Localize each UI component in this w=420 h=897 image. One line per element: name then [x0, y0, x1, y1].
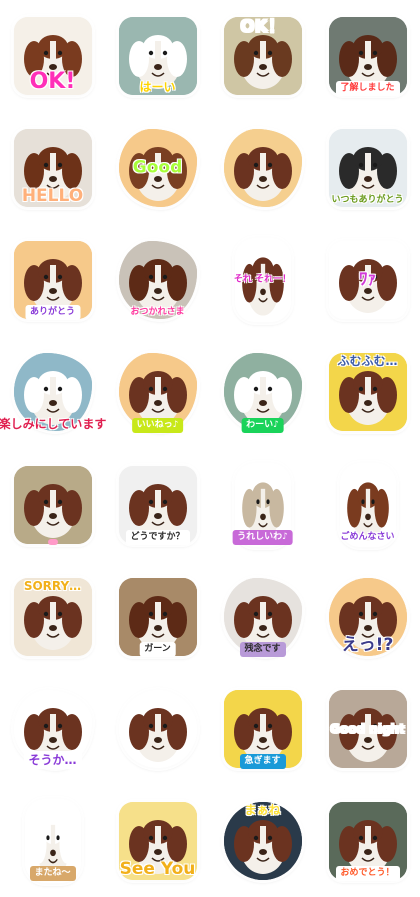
sticker-caption: HELLO [21, 186, 84, 207]
sticker-caption [47, 538, 58, 545]
sticker-ha-i[interactable]: はーい [105, 0, 210, 112]
sticker-isogimasu[interactable]: 急ぎます [210, 673, 315, 785]
sticker-caption: えっ!? [341, 634, 394, 655]
sticker-caption: それ それー！ [233, 274, 292, 285]
sticker-gaan[interactable]: ガーン [105, 561, 210, 673]
sticker-caption: SORRY… [23, 578, 82, 593]
sticker-zannen[interactable]: 残念です [210, 561, 315, 673]
sticker-hello[interactable]: HELLO [0, 112, 105, 224]
sticker-waai[interactable]: わーい♪ [210, 336, 315, 448]
sticker-ok-2[interactable]: OK！ [210, 0, 315, 112]
sticker-caption: うれしいわ♪ [232, 529, 293, 545]
sticker-iine[interactable]: いいねっ♪ [105, 336, 210, 448]
sticker-caption: いつもありがとう [331, 195, 404, 206]
sticker-otsukaresama[interactable]: おつかれさま [105, 224, 210, 336]
sticker-caption [258, 202, 268, 208]
sticker-caption: いいねっ♪ [131, 417, 184, 433]
sticker-caption: わーい♪ [241, 417, 284, 433]
sticker-caption: どうですか？ [125, 529, 190, 545]
sticker-caption: 急ぎます [239, 753, 286, 769]
sticker-caption: ふむふむ… [337, 354, 398, 369]
sticker-caption: おめでとう！ [335, 866, 400, 881]
sticker-good[interactable]: Good [105, 112, 210, 224]
sticker-caption: ありがとう [24, 305, 81, 321]
sticker-itsumo-arigatou[interactable]: いつもありがとう [315, 112, 420, 224]
sticker-ette[interactable]: えっ!? [315, 561, 420, 673]
sticker-grid: OK! はーい OK！ 了解しました HELLO Good いつもありがとう あ… [0, 0, 420, 897]
sticker-see-you[interactable]: See You [105, 785, 210, 897]
dog-photo-icon [118, 689, 197, 768]
sticker-caption: またね～ [29, 866, 76, 881]
sticker-arigatou[interactable]: ありがとう [0, 224, 105, 336]
sticker-caption: おつかれさま [130, 307, 185, 318]
sticker-waa[interactable]: ﾜｧ [315, 224, 420, 336]
sticker-ryoukai[interactable]: 了解しました [315, 0, 420, 112]
sticker-sorry[interactable]: SORRY… [0, 561, 105, 673]
sticker-caption: まぁね [244, 802, 281, 817]
sticker-caption: See You [119, 859, 196, 879]
sticker-fumufumu[interactable]: ふむふむ… [315, 336, 420, 448]
sticker-ok-1[interactable]: OK! [0, 0, 105, 112]
sticker-caption: OK! [29, 69, 76, 95]
sticker-caption: ﾜｧ [359, 269, 376, 290]
sticker-blank-1[interactable] [0, 449, 105, 561]
sticker-caption: ガーン [139, 641, 176, 657]
sticker-image [118, 689, 197, 768]
sticker-caption: 残念です [239, 641, 286, 657]
dog-photo-icon [223, 129, 302, 208]
dog-photo-icon [13, 465, 92, 544]
sticker-souka[interactable]: そうか… [0, 673, 105, 785]
sticker-caption: はーい [139, 80, 176, 95]
sticker-omedetou[interactable]: おめでとう！ [315, 785, 420, 897]
sticker-dogs-pair[interactable] [210, 112, 315, 224]
sticker-gomennasai[interactable]: ごめんなさい [315, 449, 420, 561]
sticker-caption: そうか… [23, 750, 82, 769]
sticker-dousuka[interactable]: どうですか？ [105, 449, 210, 561]
sticker-sore-sore[interactable]: それ それー！ [210, 224, 315, 336]
sticker-snowman[interactable] [105, 673, 210, 785]
sticker-caption: 了解しました [335, 81, 400, 97]
sticker-image [13, 465, 92, 544]
sticker-caption [153, 763, 163, 769]
sticker-caption: 楽しみにしています [0, 416, 107, 431]
sticker-maane[interactable]: まぁね [210, 785, 315, 897]
sticker-tanoshimi[interactable]: 楽しみにしています [0, 336, 106, 448]
sticker-ureshii[interactable]: うれしいわ♪ [210, 449, 315, 561]
sticker-matane[interactable]: またね～ [0, 785, 105, 897]
sticker-caption: Good night [330, 721, 405, 736]
sticker-goodnight[interactable]: Good night [315, 673, 420, 785]
sticker-caption: OK！ [240, 17, 285, 37]
sticker-caption: ごめんなさい [340, 531, 395, 542]
sticker-image [223, 129, 302, 208]
sticker-caption: Good [132, 157, 183, 178]
